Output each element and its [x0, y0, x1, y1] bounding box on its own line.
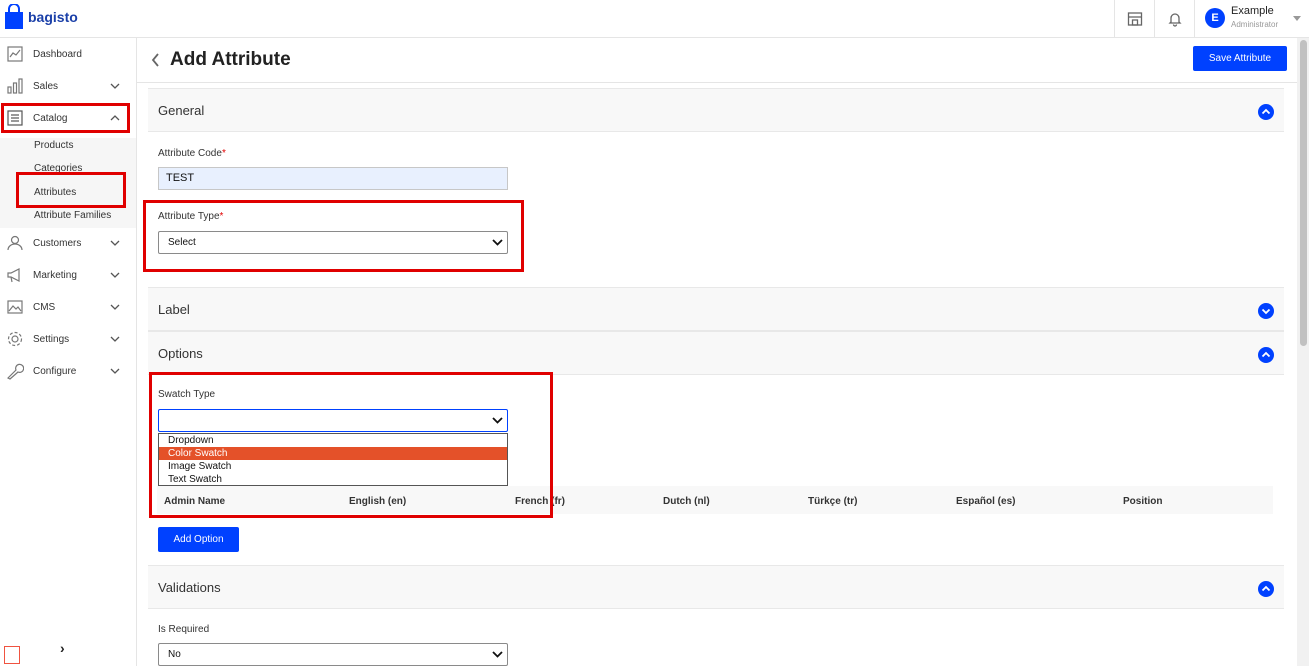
- main-content: Add Attribute Save Attribute General Att…: [137, 38, 1297, 666]
- column-header: Dutch (nl): [663, 496, 710, 507]
- sidebar-item-settings[interactable]: Settings: [0, 323, 136, 355]
- sidebar-item-cms[interactable]: CMS: [0, 291, 136, 323]
- is-required-select[interactable]: No: [158, 643, 508, 666]
- user-role: Administrator: [1231, 20, 1279, 29]
- collapse-sidebar-icon[interactable]: ›: [60, 640, 65, 656]
- sidebar-item-dashboard[interactable]: Dashboard: [0, 38, 136, 70]
- chevron-up-icon[interactable]: [1258, 104, 1274, 120]
- attribute-code-input[interactable]: TEST: [158, 167, 508, 190]
- settings-icon: [7, 331, 23, 347]
- required-mark: *: [221, 148, 226, 159]
- chevron-down-icon: [110, 240, 120, 246]
- marketing-icon: [7, 268, 20, 283]
- page-header: Add Attribute Save Attribute: [137, 38, 1297, 83]
- section-title: Options: [158, 346, 203, 361]
- column-header: Español (es): [956, 496, 1016, 507]
- chevron-down-icon: [110, 336, 120, 342]
- chevron-down-icon: [110, 368, 120, 374]
- sidebar-sub-products[interactable]: Products: [34, 140, 73, 151]
- logo[interactable]: bagisto: [4, 4, 78, 30]
- section-label-header[interactable]: Label: [148, 287, 1284, 331]
- bell-icon[interactable]: [1154, 0, 1194, 38]
- attribute-code-label: Attribute Code*: [158, 148, 226, 159]
- column-header: Türkçe (tr): [808, 496, 858, 507]
- sidebar-item-configure[interactable]: Configure: [0, 355, 136, 387]
- section-title: Label: [158, 302, 190, 317]
- sidebar-item-label: Configure: [33, 365, 77, 377]
- section-title: General: [158, 103, 205, 118]
- sidebar-item-customers[interactable]: Customers: [0, 227, 136, 259]
- cms-icon: [7, 300, 23, 314]
- annotation-box-swatch-type: [149, 372, 553, 518]
- scrollbar-thumb[interactable]: [1300, 40, 1307, 346]
- chevron-down-icon: [110, 83, 120, 89]
- sidebar-item-label: Customers: [33, 237, 82, 249]
- section-validations-header[interactable]: Validations: [148, 565, 1284, 609]
- section-general-header[interactable]: General: [148, 88, 1284, 132]
- logo-text: bagisto: [28, 9, 78, 25]
- chevron-down-icon[interactable]: [1258, 303, 1274, 319]
- chevron-up-icon[interactable]: [1258, 347, 1274, 363]
- sidebar-item-marketing[interactable]: Marketing: [0, 259, 136, 291]
- sidebar-item-label: CMS: [33, 301, 56, 313]
- chevron-down-icon: [110, 272, 120, 278]
- add-option-button[interactable]: Add Option: [158, 527, 239, 552]
- sales-icon: [7, 78, 23, 94]
- sidebar-item-label: Sales: [33, 80, 59, 92]
- store-icon[interactable]: [1114, 0, 1154, 38]
- section-title: Validations: [158, 580, 221, 595]
- customers-icon: [7, 235, 23, 251]
- user-name: Example: [1231, 5, 1274, 17]
- sidebar-sub-attribute-families[interactable]: Attribute Families: [34, 210, 111, 221]
- sidebar-item-label: Marketing: [33, 269, 77, 281]
- chevron-down-icon: [492, 651, 503, 658]
- section-options-header[interactable]: Options: [148, 331, 1284, 375]
- avatar: E: [1205, 8, 1225, 28]
- save-attribute-button[interactable]: Save Attribute: [1193, 46, 1287, 71]
- page-scrollbar[interactable]: [1297, 38, 1309, 666]
- sidebar-item-sales[interactable]: Sales: [0, 70, 136, 102]
- sidebar-item-label: Dashboard: [33, 48, 82, 60]
- user-menu[interactable]: E Example Administrator: [1194, 0, 1309, 38]
- annotation-box-attribute-type: [143, 200, 524, 272]
- wrench-icon: [6, 363, 24, 380]
- caret-down-icon: [1293, 16, 1301, 21]
- column-header: Position: [1123, 496, 1163, 507]
- label-text: Attribute Code: [158, 148, 222, 159]
- sidebar-item-label: Settings: [33, 333, 70, 345]
- back-arrow-icon[interactable]: [151, 53, 160, 67]
- select-value: No: [168, 649, 181, 660]
- page-title: Add Attribute: [170, 49, 291, 70]
- chevron-up-icon[interactable]: [1258, 581, 1274, 597]
- laravel-logo-icon: [4, 646, 20, 664]
- chevron-down-icon: [110, 304, 120, 310]
- annotation-box-catalog: [1, 103, 130, 133]
- top-bar: bagisto E Example Administrator: [0, 0, 1309, 38]
- annotation-box-attributes: [16, 172, 126, 208]
- bag-logo-icon: [5, 4, 23, 29]
- dashboard-icon: [7, 46, 23, 62]
- is-required-label: Is Required: [158, 624, 210, 635]
